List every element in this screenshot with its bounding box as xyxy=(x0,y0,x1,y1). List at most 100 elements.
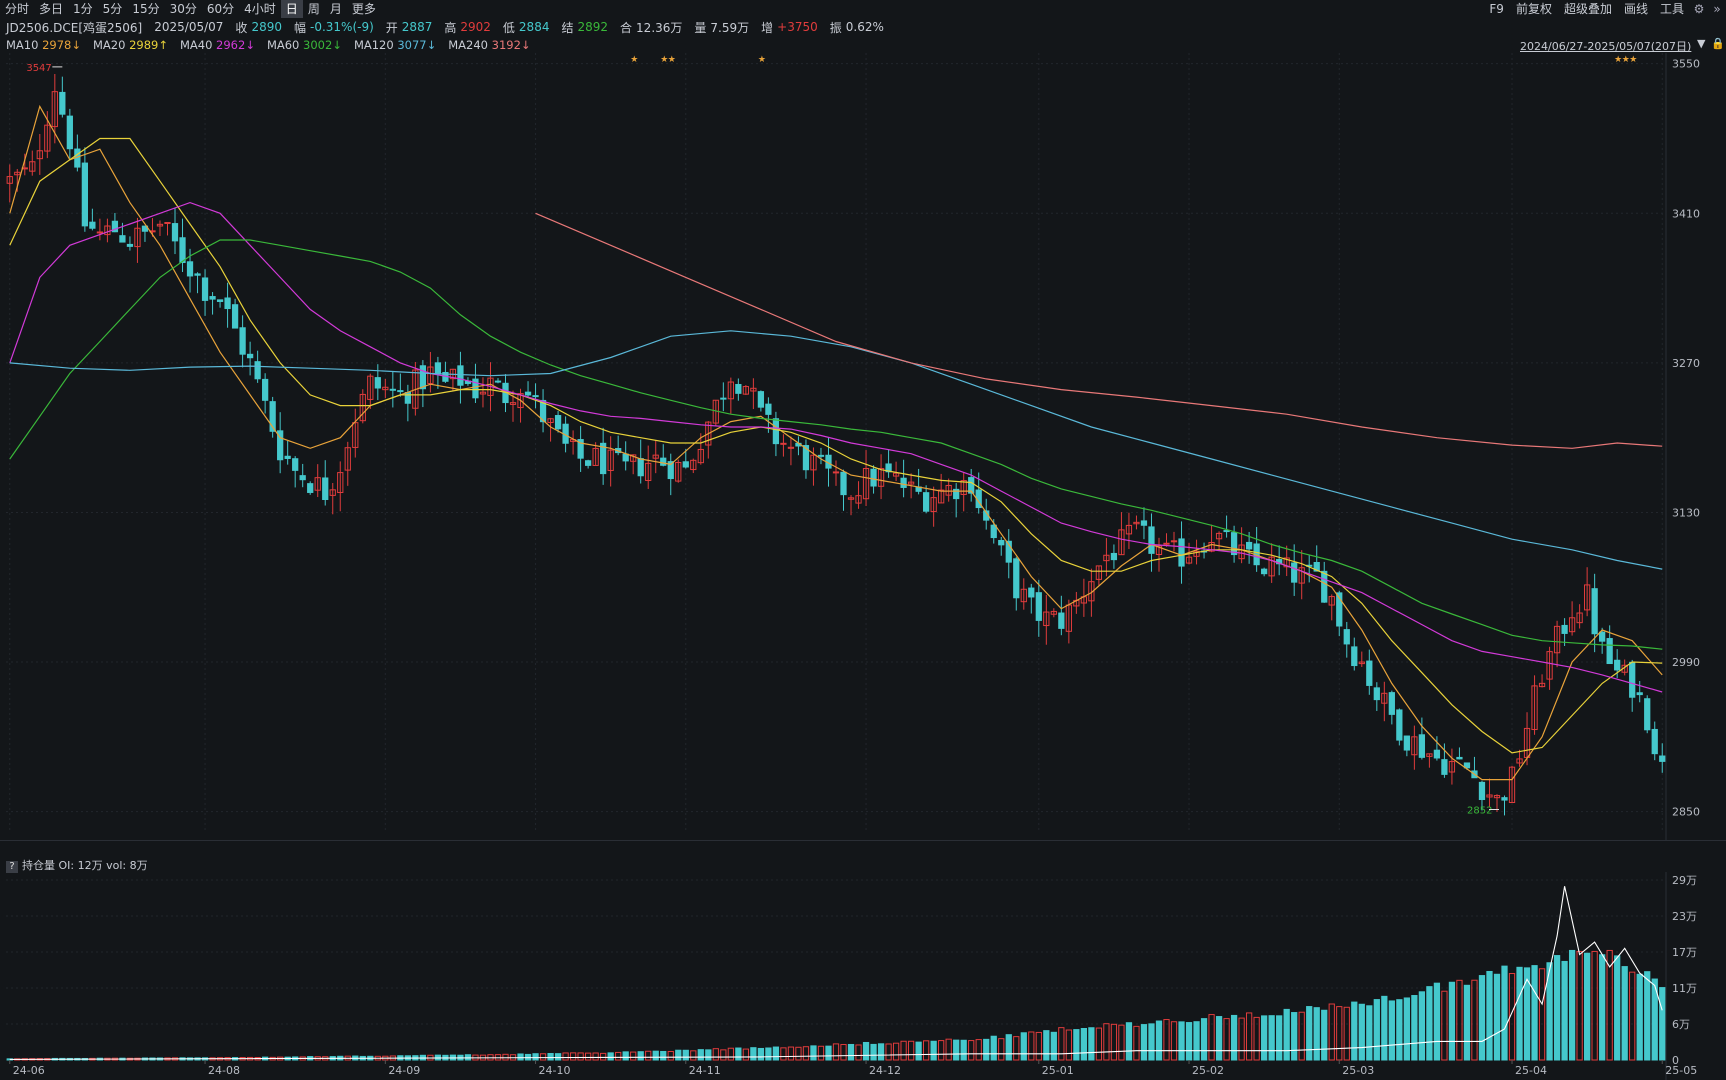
candle xyxy=(337,461,344,512)
period-tab-11[interactable]: 更多 xyxy=(347,0,381,18)
candle xyxy=(998,536,1005,556)
dropdown-triangle-icon[interactable]: ▼ xyxy=(1697,37,1705,50)
candle xyxy=(1651,721,1658,761)
toolbar-right-item-1[interactable]: 前复权 xyxy=(1510,0,1558,18)
oi-bar xyxy=(1133,1025,1140,1061)
oi-bar xyxy=(870,1043,877,1061)
candle xyxy=(712,399,719,426)
candle xyxy=(231,298,239,329)
candle-body xyxy=(817,454,825,457)
candle xyxy=(6,164,13,203)
oi-bar xyxy=(1621,966,1628,1061)
quote-info-row: JD2506.DCE[鸡蛋2506] 2025/05/07 收 2890 幅 -0.… xyxy=(0,18,1726,36)
oi-bar xyxy=(600,1052,607,1061)
ma-line-ma120 xyxy=(9,330,1663,570)
oi-bar xyxy=(1065,1029,1072,1061)
oi-bar xyxy=(1313,1007,1320,1061)
candle xyxy=(389,371,396,408)
oi-bar xyxy=(539,1053,547,1061)
add-label: 增 xyxy=(761,20,774,35)
candle xyxy=(29,150,36,176)
period-tab-10[interactable]: 月 xyxy=(325,0,347,18)
candle xyxy=(930,486,937,527)
candle-body xyxy=(1148,526,1155,554)
oi-bar xyxy=(1050,1031,1057,1061)
oi-bar xyxy=(1478,975,1486,1061)
candle xyxy=(855,481,862,509)
candle xyxy=(1411,725,1418,770)
toolbar-right-item-2[interactable]: 超级叠加 xyxy=(1558,0,1618,18)
ma-line-ma240 xyxy=(535,212,1663,449)
period-tab-0[interactable]: 分时 xyxy=(0,0,34,18)
candle-body xyxy=(231,304,239,329)
gear-icon[interactable]: ⚙ xyxy=(1690,0,1708,18)
period-tab-1[interactable]: 多日 xyxy=(34,0,68,18)
period-tab-9[interactable]: 周 xyxy=(303,0,325,18)
toolbar-right-item-0[interactable]: F9 xyxy=(1483,0,1510,18)
vol-y-tick-label: 23万 xyxy=(1672,910,1697,923)
oi-bar xyxy=(720,1049,727,1061)
lock-icon[interactable]: 🔒 xyxy=(1711,37,1725,50)
oi-bar xyxy=(802,1046,810,1061)
oi-bar xyxy=(502,1053,509,1061)
oi-bar xyxy=(1298,1011,1305,1061)
candle xyxy=(1629,659,1636,712)
ma-label: MA60 xyxy=(266,37,304,52)
oi-bar xyxy=(1276,1015,1283,1061)
period-tab-5[interactable]: 30分 xyxy=(165,0,202,18)
oi-bar xyxy=(1456,979,1463,1061)
candle xyxy=(171,208,179,255)
oi-bar xyxy=(938,1040,945,1061)
period-tab-6[interactable]: 60分 xyxy=(202,0,239,18)
candle-body xyxy=(554,415,562,430)
candle xyxy=(622,441,629,471)
open-interest-chart[interactable]: 06万11万17万23万29万24-06 24-08 24-09 24-10 24-11… xyxy=(0,872,1726,1080)
toolbar-right-item-3[interactable]: 画线 xyxy=(1618,0,1654,18)
oi-bar xyxy=(1531,965,1538,1061)
oi-bar xyxy=(1553,955,1561,1061)
event-star-marker: ★ xyxy=(630,55,638,65)
candle-body xyxy=(186,261,194,277)
candle-body xyxy=(254,361,261,380)
candle-body xyxy=(1629,661,1636,698)
oi-bar xyxy=(1584,952,1591,1061)
period-tab-4[interactable]: 15分 xyxy=(127,0,164,18)
period-tab-7[interactable]: 4小时 xyxy=(239,0,281,18)
indicator-oi: OI: 12万 xyxy=(58,859,103,872)
candle xyxy=(923,485,930,514)
period-tab-3[interactable]: 5分 xyxy=(98,0,128,18)
oi-bar xyxy=(1110,1023,1118,1061)
period-tab-8[interactable]: 日 xyxy=(280,0,303,18)
oi-bar xyxy=(765,1047,772,1061)
candle xyxy=(307,481,314,495)
candle xyxy=(1170,531,1178,552)
oi-bar xyxy=(1163,1019,1170,1061)
candle-body xyxy=(720,397,727,400)
candle xyxy=(246,341,254,376)
candle-body xyxy=(292,458,299,471)
candle xyxy=(442,361,449,383)
candle xyxy=(742,385,749,395)
symbol-label[interactable]: JD2506.DCE[鸡蛋2506] xyxy=(6,19,142,36)
oi-bar xyxy=(1088,1027,1095,1061)
candle-body xyxy=(1321,570,1328,603)
candle xyxy=(1238,527,1245,564)
ma-legend-item: MA40 2962↓ xyxy=(180,38,255,52)
candle-body xyxy=(1245,541,1253,550)
candle xyxy=(1388,690,1395,725)
oi-bar xyxy=(592,1052,599,1061)
date-range-link[interactable]: 2024/06/27-2025/05/07(207日) xyxy=(1520,38,1691,54)
candle-body xyxy=(322,477,329,500)
x-tick-label: 25-04 xyxy=(1515,1064,1547,1077)
candle xyxy=(1155,537,1163,572)
candle xyxy=(322,460,329,506)
pane-divider xyxy=(0,840,1726,841)
candlestick-chart[interactable]: 285029903130327034103550★ ★ ★ ★ ★ ★ ★35472852 xyxy=(0,53,1726,840)
toolbar-right-item-4[interactable]: 工具 xyxy=(1654,0,1690,18)
expand-icon[interactable]: » xyxy=(1708,0,1726,18)
candle xyxy=(1568,601,1576,636)
period-tab-2[interactable]: 1分 xyxy=(68,0,98,18)
candle xyxy=(194,272,201,294)
x-tick-label: 25-03 xyxy=(1342,1064,1374,1077)
oi-bar xyxy=(735,1047,742,1061)
